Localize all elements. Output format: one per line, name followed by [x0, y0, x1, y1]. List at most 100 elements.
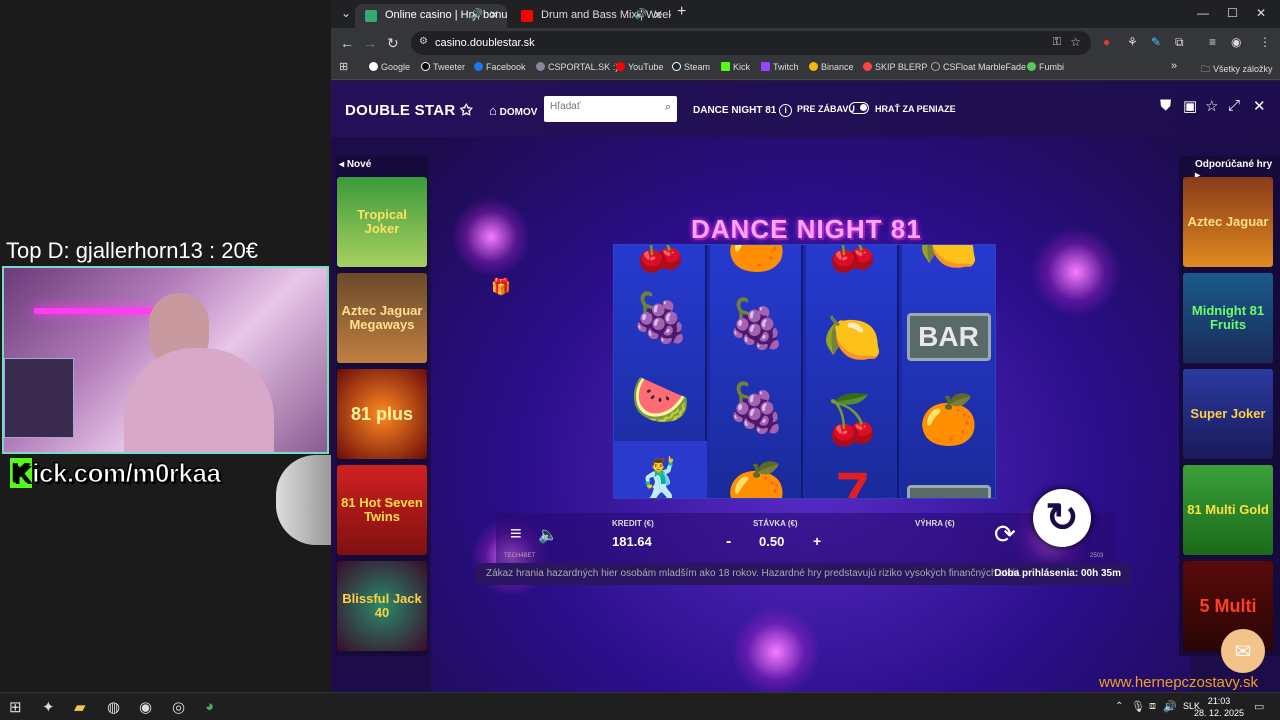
bet-decrease-button[interactable]: - [726, 533, 731, 551]
reel-3: 🍒 🍋 🍒 7 [806, 245, 899, 498]
minimize-button[interactable]: — [1197, 6, 1209, 20]
casino-page: DOUBLE STAR ✩ ⌂ DOMOV ⌕ DANCE NIGHT 81 i… [331, 81, 1280, 692]
address-bar[interactable]: ⚙ casino.doublestar.sk ⚿ ☆ [411, 31, 1091, 55]
key-icon[interactable]: ⚿ [1053, 36, 1061, 49]
tab-online-casino[interactable]: Online casino | Hry, bonusy 🔊 ✕ [355, 4, 507, 28]
provider-label: TECH4BET [504, 553, 536, 559]
bookmark-google[interactable]: Google [369, 62, 410, 72]
search-input[interactable] [550, 101, 655, 112]
bookmark-fumbi[interactable]: Fumbi [1027, 62, 1064, 72]
orange-symbol: 🍊 [726, 461, 787, 499]
taskbar-app-icon[interactable]: ✦ [42, 698, 55, 716]
tab-media-icon[interactable]: ≡ [1209, 35, 1216, 49]
game-thumb-81-plus[interactable]: 81 plus [337, 369, 427, 459]
gift-icon[interactable]: 🎁 [491, 277, 511, 297]
close-icon[interactable]: ✕ [653, 8, 663, 22]
bookmark-csportal[interactable]: CSPORTAL.SK :) [536, 62, 618, 72]
reel-2: 🍊 🍇 🍇 🍊 [710, 245, 803, 499]
casino-favicon [365, 10, 377, 22]
game-thumb-tropical-joker[interactable]: Tropical Joker [337, 177, 427, 267]
game-thumb-81-hot-seven-twins[interactable]: 81 Hot Seven Twins [337, 465, 427, 555]
notification-icon[interactable]: ▭ [1254, 700, 1264, 713]
bookmark-tweeter[interactable]: Tweeter [421, 62, 465, 72]
game-thumb-aztec-jaguar[interactable]: Aztec Jaguar [1183, 177, 1273, 267]
doublestar-logo[interactable]: DOUBLE STAR ✩ [345, 101, 473, 119]
csportal-icon [536, 62, 545, 71]
facebook-icon [474, 62, 483, 71]
sound-icon[interactable]: 🔊 [635, 9, 647, 20]
bet-value: 0.50 [759, 534, 785, 549]
close-game-icon[interactable]: ✕ [1253, 97, 1266, 115]
mode-toggle[interactable] [849, 102, 869, 114]
game-thumb-81-multi-gold[interactable]: 81 Multi Gold [1183, 465, 1273, 555]
bookmarks-bar: ⊞ Google Tweeter Facebook CSPORTAL.SK :)… [331, 58, 1280, 80]
close-window-button[interactable]: ✕ [1256, 6, 1266, 20]
extension-icon[interactable]: ⚘ [1127, 35, 1138, 49]
reload-icon[interactable]: ↻ [387, 35, 399, 52]
bookmark-facebook[interactable]: Facebook [474, 62, 526, 72]
game-thumb-super-joker[interactable]: Super Joker [1183, 369, 1273, 459]
apps-icon[interactable]: ⊞ [339, 60, 348, 73]
game-thumb-midnight-fruits[interactable]: Midnight 81 Fruits [1183, 273, 1273, 363]
windows-start-icon[interactable]: ⊞ [9, 698, 22, 716]
bet-increase-button[interactable]: + [813, 533, 821, 549]
fullscreen-icon[interactable]: ⤢ [1228, 97, 1240, 114]
volume-icon[interactable]: 🔈 [538, 525, 558, 545]
site-info-icon[interactable]: ⚙ [419, 36, 428, 47]
close-icon[interactable]: ✕ [489, 8, 499, 22]
extension-icon[interactable]: ✎ [1151, 35, 1161, 49]
new-games-label[interactable]: ◂ Nové [339, 159, 371, 170]
microphone-icon[interactable]: 🎙 [1131, 700, 1145, 713]
wallet-icon[interactable]: ▣ [1183, 97, 1197, 115]
bookmark-steam[interactable]: Steam [672, 62, 710, 72]
bookmark-skip-blerp[interactable]: SKIP BLERP [863, 62, 927, 72]
bet-label: STÁVKA (€) [753, 519, 798, 528]
extension-icon[interactable]: ● [1103, 35, 1110, 49]
network-icon[interactable]: ⧈ [1149, 700, 1156, 713]
tab-search-icon[interactable]: ⌄ [341, 6, 351, 20]
favorite-star-icon[interactable]: ☆ [1205, 97, 1218, 115]
shield-icon[interactable]: ⛊ [1160, 97, 1171, 114]
bookmark-youtube[interactable]: YouTube [616, 62, 663, 72]
search-box[interactable]: ⌕ [544, 96, 677, 122]
cherry-symbol: 🍒 [822, 393, 883, 447]
bar-symbol: BAR [902, 467, 995, 498]
extensions-icon[interactable]: ⧉ [1175, 35, 1184, 50]
watermelon-symbol: 🍉 [630, 373, 691, 427]
home-link[interactable]: ⌂ DOMOV [489, 103, 537, 118]
clock[interactable]: 21:03 28. 12. 2025 [1194, 696, 1244, 719]
star-icon[interactable]: ☆ [1070, 35, 1081, 49]
taskbar-app-icon[interactable]: ◍ [107, 698, 120, 716]
bookmark-twitch[interactable]: Twitch [761, 62, 799, 72]
profile-avatar[interactable]: ◉ [1231, 35, 1241, 49]
win-label: VÝHRA (€) [915, 519, 955, 528]
more-bookmarks-icon[interactable]: » [1171, 60, 1177, 72]
volume-tray-icon[interactable]: 🔊 [1163, 700, 1177, 713]
autoplay-icon[interactable]: ⟳ [994, 519, 1016, 550]
sound-icon[interactable]: 🔊 [471, 9, 483, 20]
grapes-symbol: 🍇 [726, 297, 787, 351]
search-icon[interactable]: ⌕ [665, 101, 671, 114]
new-tab-button[interactable]: + [677, 3, 686, 21]
chrome-icon[interactable]: ◕ [205, 698, 214, 715]
back-icon[interactable]: ← [340, 35, 354, 51]
steam-taskbar-icon[interactable]: ◉ [139, 698, 152, 716]
tray-chevron-icon[interactable]: ⌃ [1115, 701, 1123, 712]
game-thumb-blissful-jack-40[interactable]: Blissful Jack 40 [337, 561, 427, 651]
chat-mail-icon[interactable]: ✉ [1221, 629, 1265, 673]
light-glow [451, 197, 531, 277]
hamburger-menu-icon[interactable]: ≡ [510, 523, 522, 546]
file-explorer-icon[interactable]: ▰ [74, 698, 86, 716]
info-icon[interactable]: i [779, 104, 793, 117]
kebab-menu-icon[interactable]: ⋮ [1259, 35, 1271, 49]
spin-button[interactable]: ↻ [1033, 489, 1091, 547]
maximize-button[interactable]: ☐ [1227, 6, 1238, 20]
obs-icon[interactable]: ◎ [172, 698, 185, 716]
bookmark-binance[interactable]: Binance [809, 62, 854, 72]
game-thumb-aztec-jaguar-megaways[interactable]: Aztec Jaguar Megaways [337, 273, 427, 363]
all-bookmarks-folder[interactable]: 🗀 Všetky záložky [1201, 62, 1273, 78]
bookmark-csfloat[interactable]: CSFloat MarbleFade [931, 62, 1026, 72]
tab-drum-and-bass[interactable]: Drum and Bass Mix | Week 🔊 ✕ [511, 4, 671, 28]
forward-icon[interactable]: → [363, 35, 377, 51]
bookmark-kick[interactable]: Kick [721, 62, 750, 72]
